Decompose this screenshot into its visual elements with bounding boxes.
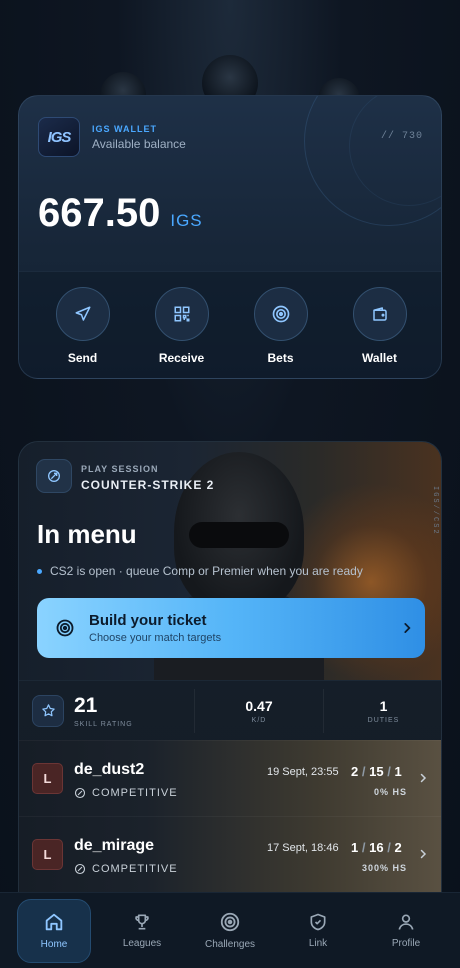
qr-code-icon [154, 287, 209, 341]
chevron-right-icon [417, 771, 429, 789]
ticket-subtitle: Choose your match targets [89, 632, 222, 644]
play-session-card: PLAY SESSION COUNTER-STRIKE 2 IGS//CS2 I… [18, 441, 442, 893]
match-row[interactable]: L de_dust2 COMPETITIVE 19 Sept, 23:55 2 … [19, 740, 441, 816]
match-assists: 2 [394, 840, 402, 855]
send-icon [55, 287, 110, 341]
match-deaths: 16 [369, 840, 384, 855]
wallet-summary: IGS IGS WALLET Available balance // 730 … [19, 96, 441, 271]
stats-row: 21 SKILL RATING 0.47 K/D 1 DUTIES [19, 680, 441, 740]
send-label: Send [67, 351, 98, 365]
session-game: COUNTER-STRIKE 2 [81, 478, 215, 492]
nav-item-link[interactable]: Link [281, 899, 355, 963]
build-ticket-button[interactable]: Build your ticket Choose your match targ… [37, 598, 425, 658]
match-mode-text: COMPETITIVE [92, 787, 178, 799]
nav-item-leagues[interactable]: Leagues [105, 899, 179, 963]
match-map: de_mirage [74, 837, 155, 854]
star-icon [32, 694, 64, 727]
skill-rating-value: 21 [74, 693, 98, 717]
receive-label: Receive [158, 351, 205, 365]
home-icon [45, 913, 63, 931]
match-headshot: 300% HS [361, 863, 407, 873]
duties-value: 1 [379, 697, 388, 714]
session-side-text: IGS//CS2 [431, 486, 439, 536]
match-result-badge: L [32, 839, 63, 870]
wallet-subtitle: Available balance [92, 137, 186, 151]
match-kills: 2 [351, 764, 359, 779]
balance-value: 667.50 [38, 191, 161, 235]
match-result-badge: L [32, 763, 63, 794]
bets-label: Bets [267, 351, 294, 365]
wallet-balance: 667.50 IGS [38, 191, 203, 236]
cs2-game-icon [74, 863, 86, 875]
shield-icon [310, 913, 326, 931]
kd-stat: 0.47 K/D [194, 688, 324, 733]
nav-label: Link [308, 938, 328, 949]
igs-logo-text: IGS [47, 128, 72, 146]
target-icon [220, 912, 240, 932]
match-kda: 2 / 15 / 1 [351, 764, 402, 779]
session-status-text: CS2 is open · queue Comp or Premier when… [50, 564, 363, 578]
ticket-title: Build your ticket [89, 612, 207, 629]
status-dot [37, 568, 42, 574]
nav-label: Challenges [204, 939, 256, 950]
cs2-game-icon [36, 459, 72, 493]
chevron-right-icon [417, 847, 429, 865]
match-headshot: 0% HS [373, 787, 407, 797]
match-kills: 1 [351, 840, 359, 855]
match-assists: 1 [394, 764, 402, 779]
duties-stat: 1 DUTIES [324, 697, 441, 724]
target-icon [253, 287, 308, 341]
duties-label: DUTIES [367, 716, 400, 724]
bottom-nav: Home Leagues Challenges Link Profile [0, 892, 460, 968]
nav-label: Home [40, 939, 68, 950]
match-date: 19 Sept, 23:55 [267, 766, 339, 778]
target-icon [45, 618, 85, 638]
match-mode: COMPETITIVE [74, 787, 178, 799]
kd-value: 0.47 [245, 697, 273, 714]
chevron-right-icon [389, 621, 425, 635]
wallet-label: IGS WALLET [92, 124, 157, 134]
match-date: 17 Sept, 18:46 [267, 842, 339, 854]
match-row[interactable]: L de_mirage COMPETITIVE 17 Sept, 18:46 1… [19, 816, 441, 892]
session-status: CS2 is open · queue Comp or Premier when… [37, 564, 363, 578]
match-mode: COMPETITIVE [74, 863, 178, 875]
cs2-game-icon [74, 787, 86, 799]
wallet-card: IGS IGS WALLET Available balance // 730 … [18, 95, 442, 379]
session-title: In menu [37, 519, 137, 549]
nav-item-challenges[interactable]: Challenges [193, 899, 267, 963]
wallet-icon [352, 287, 407, 341]
balance-unit: IGS [170, 211, 203, 230]
send-button[interactable]: Send [38, 272, 128, 378]
nav-label: Leagues [122, 938, 162, 949]
match-mode-text: COMPETITIVE [92, 863, 178, 875]
user-icon [398, 914, 414, 930]
wallet-button[interactable]: Wallet [335, 272, 425, 378]
trophy-icon [135, 914, 149, 930]
nav-item-profile[interactable]: Profile [369, 899, 443, 963]
receive-button[interactable]: Receive [137, 272, 227, 378]
bets-button[interactable]: Bets [236, 272, 326, 378]
wallet-code: // 730 [380, 131, 423, 142]
wallet-label: Wallet [362, 351, 397, 365]
kd-label: K/D [251, 716, 267, 724]
helmet-decoration [202, 55, 258, 100]
session-hero: PLAY SESSION COUNTER-STRIKE 2 IGS//CS2 I… [19, 442, 441, 680]
igs-logo: IGS [38, 117, 80, 157]
skill-rating-label: SKILL RATING [74, 720, 133, 728]
match-deaths: 15 [369, 764, 384, 779]
match-kda: 1 / 16 / 2 [351, 840, 402, 855]
wallet-actions: Send Receive Bets Wallet [19, 271, 441, 378]
nav-label: Profile [391, 938, 421, 949]
session-label: PLAY SESSION [81, 464, 159, 474]
header-decoration [0, 0, 460, 100]
nav-item-home[interactable]: Home [17, 898, 91, 963]
skill-rating-stat: 21 SKILL RATING [74, 694, 194, 728]
match-map: de_dust2 [74, 761, 145, 778]
